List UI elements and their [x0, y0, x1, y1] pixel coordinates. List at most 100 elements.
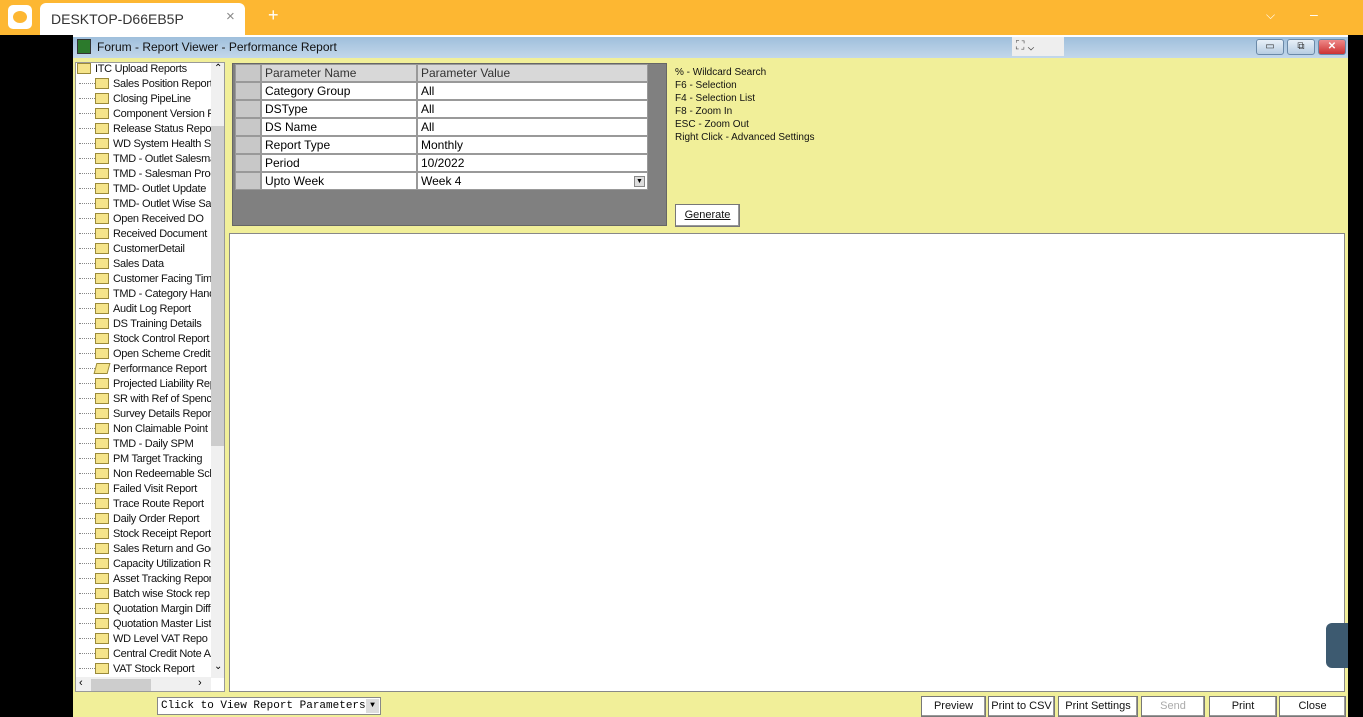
print-settings-button[interactable]: Print Settings [1058, 696, 1138, 717]
row-selector[interactable] [235, 172, 261, 190]
parameter-row[interactable]: Category Group All [235, 82, 648, 100]
tree-item[interactable]: Capacity Utilization Re [76, 558, 211, 573]
tree-item[interactable]: Sales Data [76, 258, 211, 273]
tree-item[interactable]: Performance Report [76, 363, 211, 378]
row-selector[interactable] [235, 154, 261, 172]
tree-item[interactable]: Central Credit Note Ac [76, 648, 211, 663]
parameter-row[interactable]: Report Type Monthly [235, 136, 648, 154]
tree-item[interactable]: Survey Details Report [76, 408, 211, 423]
tree-item[interactable]: Quotation Master List [76, 618, 211, 633]
dropdown-arrow-icon[interactable]: ▼ [634, 176, 645, 187]
teamviewer-side-tab[interactable] [1326, 623, 1348, 668]
parameter-value[interactable]: All [417, 118, 648, 136]
tree-item[interactable]: Non Redeemable Sch [76, 468, 211, 483]
tree-item[interactable]: Asset Tracking Repor [76, 573, 211, 588]
tree-item[interactable]: DS Training Details [76, 318, 211, 333]
tree-scroll-thumb[interactable] [211, 126, 224, 446]
row-selector[interactable] [235, 100, 261, 118]
tree-item[interactable]: Component Version R [76, 108, 211, 123]
shortcut-line: Right Click - Advanced Settings [675, 132, 815, 143]
restore-button[interactable]: ⧉ [1287, 39, 1315, 55]
forum-app-icon [77, 39, 91, 54]
tree-line [79, 323, 95, 324]
tree-item[interactable]: Audit Log Report [76, 303, 211, 318]
tree-item[interactable]: WD Level VAT Repo [76, 633, 211, 648]
folder-icon [95, 348, 109, 359]
tree-item[interactable]: Stock Control Report [76, 333, 211, 348]
tree-item[interactable]: PM Target Tracking [76, 453, 211, 468]
tree-item[interactable]: TMD- Outlet Update [76, 183, 211, 198]
tree-item[interactable]: VAT Stock Report [76, 663, 211, 678]
tree-item[interactable]: CustomerDetail [76, 243, 211, 258]
tree-item-label: TMD - Salesman Proc [113, 168, 211, 180]
row-selector[interactable] [235, 82, 261, 100]
parameter-value[interactable]: Monthly [417, 136, 648, 154]
tree-root[interactable]: ITC Upload Reports [77, 63, 212, 78]
tree-item[interactable]: Non Claimable Point S [76, 423, 211, 438]
preview-button[interactable]: Preview [921, 696, 986, 717]
tree-item-label: Quotation Master List [113, 618, 211, 630]
parameter-value[interactable]: 10/2022 [417, 154, 648, 172]
tree-line [79, 668, 95, 669]
close-window-button[interactable]: ✕ [1318, 39, 1346, 55]
tree-item[interactable]: Sales Position Report [76, 78, 211, 93]
parameter-row[interactable]: Upto Week Week 4 ▼ [235, 172, 648, 190]
tab-list-chevron-icon[interactable]: ⌵ [1266, 8, 1275, 23]
tree-item[interactable]: WD System Health Sc [76, 138, 211, 153]
send-button[interactable]: Send [1141, 696, 1205, 717]
tree-item[interactable]: Closing PipeLine [76, 93, 211, 108]
remote-toolbar-grip[interactable]: ⛶ ⌄ [1012, 37, 1064, 56]
tree-line [79, 368, 95, 369]
tree-item[interactable]: Projected Liability Rep [76, 378, 211, 393]
tree-item[interactable]: SR with Ref of Spenc [76, 393, 211, 408]
folder-icon [95, 168, 109, 179]
tree-item[interactable]: Sales Return and Goo [76, 543, 211, 558]
generate-button[interactable]: Generate [675, 204, 740, 227]
tree-item[interactable]: Open Scheme Credit [76, 348, 211, 363]
row-selector[interactable] [235, 136, 261, 154]
dropdown-arrow-icon[interactable]: ▼ [366, 699, 379, 713]
minimize-button[interactable]: ▭ [1256, 39, 1284, 55]
tree-root-label: ITC Upload Reports [95, 63, 187, 75]
tree-item[interactable]: Batch wise Stock rep [76, 588, 211, 603]
tree-item[interactable]: Customer Facing Time [76, 273, 211, 288]
parameter-value[interactable]: All [417, 100, 648, 118]
tree-item-label: WD System Health Sc [113, 138, 211, 150]
parameter-value[interactable]: All [417, 82, 648, 100]
folder-icon [95, 93, 109, 104]
tree-item[interactable]: TMD - Daily SPM [76, 438, 211, 453]
tree-item[interactable]: Quotation Margin Diffe [76, 603, 211, 618]
tree-item[interactable]: TMD - Outlet Salesma [76, 153, 211, 168]
tree-line [79, 518, 95, 519]
new-tab-button[interactable]: + [268, 5, 279, 26]
tree-hscroll-thumb[interactable] [91, 679, 151, 691]
print-button[interactable]: Print [1209, 696, 1277, 717]
row-selector[interactable] [235, 118, 261, 136]
tree-item[interactable]: Open Received DO [76, 213, 211, 228]
tree-item[interactable]: Failed Visit Report [76, 483, 211, 498]
close-button[interactable]: Close [1279, 696, 1346, 717]
parameter-grid: Parameter Name Parameter Value Category … [232, 63, 667, 226]
parameter-row[interactable]: DSType All [235, 100, 648, 118]
print-to-csv-button[interactable]: Print to CSV [988, 696, 1055, 717]
tree-item[interactable]: Received Document [76, 228, 211, 243]
tree-item[interactable]: Stock Receipt Report [76, 528, 211, 543]
parameter-row[interactable]: Period 10/2022 [235, 154, 648, 172]
tree-item[interactable]: TMD- Outlet Wise Sa [76, 198, 211, 213]
browser-tab[interactable]: DESKTOP-D66EB5P [40, 3, 245, 35]
tree-item[interactable]: Trace Route Report [76, 498, 211, 513]
tree-item[interactable]: TMD - Salesman Proc [76, 168, 211, 183]
parameter-name: DS Name [261, 118, 417, 136]
browser-minimize-button[interactable]: – [1310, 6, 1318, 22]
parameter-value[interactable]: Week 4 ▼ [417, 172, 648, 190]
tree-item[interactable]: Release Status Repo [76, 123, 211, 138]
tree-line [79, 428, 95, 429]
parameter-row[interactable]: DS Name All [235, 118, 648, 136]
tree-item-label: CustomerDetail [113, 243, 185, 255]
tab-close-icon[interactable]: × [226, 8, 235, 25]
report-parameters-select[interactable]: Click to View Report Parameters ▼ [157, 697, 381, 715]
tree-item[interactable]: Daily Order Report [76, 513, 211, 528]
report-tree[interactable]: ITC Upload Reports Sales Position Report… [75, 62, 225, 692]
tree-item[interactable]: TMD - Category Hand [76, 288, 211, 303]
tree-line [79, 608, 95, 609]
